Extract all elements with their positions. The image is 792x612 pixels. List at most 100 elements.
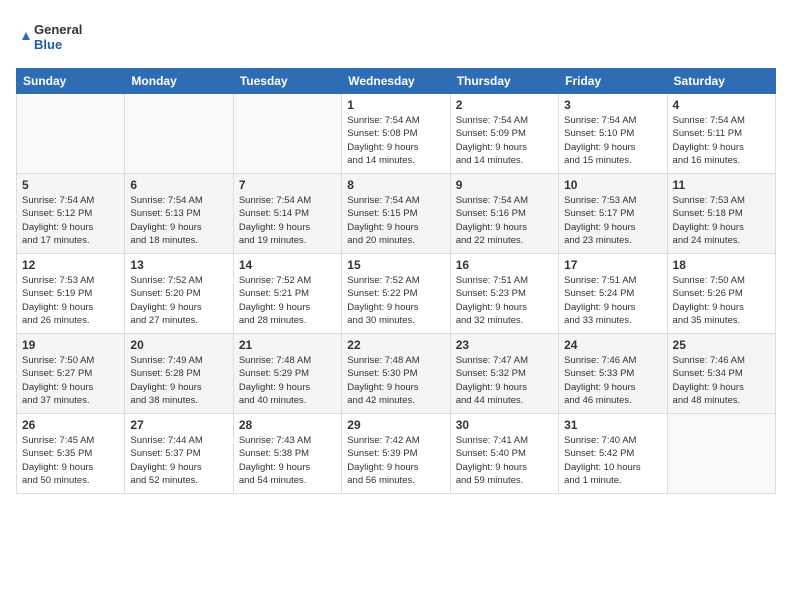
day-number: 19 <box>22 338 119 352</box>
calendar-week-4: 19Sunrise: 7:50 AM Sunset: 5:27 PM Dayli… <box>17 334 776 414</box>
calendar-week-5: 26 Sunrise: 7:45 AM Sunset: 5:35 PM Dayli… <box>17 414 776 494</box>
day-number: 31 <box>564 418 661 432</box>
calendar-cell: 29Sunrise: 7:42 AM Sunset: 5:39 PM Dayli… <box>342 414 450 494</box>
day-info: Sunrise: 7:51 AM Sunset: 5:23 PM Dayligh… <box>456 274 553 327</box>
calendar-cell: 11Sunrise: 7:53 AM Sunset: 5:18 PM Dayli… <box>667 174 775 254</box>
day-info: Sunrise: 7:54 AM Sunset: 5:15 PM Dayligh… <box>347 194 444 247</box>
calendar-cell: 27Sunrise: 7:44 AM Sunset: 5:37 PM Dayli… <box>125 414 233 494</box>
day-number: 20 <box>130 338 227 352</box>
calendar-cell: 23 Sunrise: 7:47 AM Sunset: 5:32 PM Dayli… <box>450 334 558 414</box>
day-info: Sunrise: 7:52 AM Sunset: 5:22 PM Dayligh… <box>347 274 444 327</box>
calendar-cell: 10Sunrise: 7:53 AM Sunset: 5:17 PM Dayli… <box>559 174 667 254</box>
day-number: 22 <box>347 338 444 352</box>
calendar-cell: 21 Sunrise: 7:48 AM Sunset: 5:29 PM Dayli… <box>233 334 341 414</box>
calendar-header: SundayMondayTuesdayWednesdayThursdayFrid… <box>17 69 776 94</box>
day-number: 13 <box>130 258 227 272</box>
calendar-cell: 12 Sunrise: 7:53 AM Sunset: 5:19 PM Dayli… <box>17 254 125 334</box>
day-number: 5 <box>22 178 119 192</box>
calendar-cell: 6 Sunrise: 7:54 AM Sunset: 5:13 PM Daylig… <box>125 174 233 254</box>
day-number: 26 <box>22 418 119 432</box>
day-info: Sunrise: 7:54 AM Sunset: 5:10 PM Dayligh… <box>564 114 661 167</box>
calendar-cell: 4Sunrise: 7:54 AM Sunset: 5:11 PM Daylig… <box>667 94 775 174</box>
day-info: Sunrise: 7:45 AM Sunset: 5:35 PM Dayligh… <box>22 434 119 487</box>
day-info: Sunrise: 7:54 AM Sunset: 5:13 PM Dayligh… <box>130 194 227 247</box>
day-info: Sunrise: 7:52 AM Sunset: 5:21 PM Dayligh… <box>239 274 336 327</box>
calendar-week-2: 5 Sunrise: 7:54 AM Sunset: 5:12 PM Daylig… <box>17 174 776 254</box>
day-number: 17 <box>564 258 661 272</box>
day-info: Sunrise: 7:41 AM Sunset: 5:40 PM Dayligh… <box>456 434 553 487</box>
calendar-cell: 14 Sunrise: 7:52 AM Sunset: 5:21 PM Dayli… <box>233 254 341 334</box>
calendar: SundayMondayTuesdayWednesdayThursdayFrid… <box>16 68 776 494</box>
day-number: 1 <box>347 98 444 112</box>
calendar-cell: 17 Sunrise: 7:51 AM Sunset: 5:24 PM Dayli… <box>559 254 667 334</box>
calendar-cell: 30Sunrise: 7:41 AM Sunset: 5:40 PM Dayli… <box>450 414 558 494</box>
day-info: Sunrise: 7:53 AM Sunset: 5:17 PM Dayligh… <box>564 194 661 247</box>
weekday-header-tuesday: Tuesday <box>233 69 341 94</box>
calendar-cell: 1Sunrise: 7:54 AM Sunset: 5:08 PM Daylig… <box>342 94 450 174</box>
calendar-cell: 13 Sunrise: 7:52 AM Sunset: 5:20 PM Dayli… <box>125 254 233 334</box>
calendar-cell: 5 Sunrise: 7:54 AM Sunset: 5:12 PM Daylig… <box>17 174 125 254</box>
weekday-header-monday: Monday <box>125 69 233 94</box>
day-info: Sunrise: 7:54 AM Sunset: 5:16 PM Dayligh… <box>456 194 553 247</box>
weekday-header-sunday: Sunday <box>17 69 125 94</box>
weekday-header-wednesday: Wednesday <box>342 69 450 94</box>
day-number: 6 <box>130 178 227 192</box>
day-info: Sunrise: 7:51 AM Sunset: 5:24 PM Dayligh… <box>564 274 661 327</box>
day-number: 15 <box>347 258 444 272</box>
calendar-cell <box>125 94 233 174</box>
page-header: General Blue <box>16 16 776 58</box>
day-info: Sunrise: 7:53 AM Sunset: 5:18 PM Dayligh… <box>673 194 770 247</box>
calendar-cell: 9 Sunrise: 7:54 AM Sunset: 5:16 PM Daylig… <box>450 174 558 254</box>
day-number: 4 <box>673 98 770 112</box>
day-info: Sunrise: 7:50 AM Sunset: 5:26 PM Dayligh… <box>673 274 770 327</box>
calendar-cell: 31Sunrise: 7:40 AM Sunset: 5:42 PM Dayli… <box>559 414 667 494</box>
day-info: Sunrise: 7:54 AM Sunset: 5:09 PM Dayligh… <box>456 114 553 167</box>
calendar-cell: 26 Sunrise: 7:45 AM Sunset: 5:35 PM Dayli… <box>17 414 125 494</box>
calendar-cell: 18 Sunrise: 7:50 AM Sunset: 5:26 PM Dayli… <box>667 254 775 334</box>
day-number: 8 <box>347 178 444 192</box>
day-info: Sunrise: 7:44 AM Sunset: 5:37 PM Dayligh… <box>130 434 227 487</box>
day-info: Sunrise: 7:42 AM Sunset: 5:39 PM Dayligh… <box>347 434 444 487</box>
calendar-cell: 19Sunrise: 7:50 AM Sunset: 5:27 PM Dayli… <box>17 334 125 414</box>
calendar-week-1: 1Sunrise: 7:54 AM Sunset: 5:08 PM Daylig… <box>17 94 776 174</box>
day-number: 21 <box>239 338 336 352</box>
weekday-row: SundayMondayTuesdayWednesdayThursdayFrid… <box>17 69 776 94</box>
day-number: 12 <box>22 258 119 272</box>
day-info: Sunrise: 7:49 AM Sunset: 5:28 PM Dayligh… <box>130 354 227 407</box>
calendar-cell: 7Sunrise: 7:54 AM Sunset: 5:14 PM Daylig… <box>233 174 341 254</box>
day-info: Sunrise: 7:47 AM Sunset: 5:32 PM Dayligh… <box>456 354 553 407</box>
day-number: 16 <box>456 258 553 272</box>
day-number: 14 <box>239 258 336 272</box>
day-info: Sunrise: 7:48 AM Sunset: 5:29 PM Dayligh… <box>239 354 336 407</box>
day-info: Sunrise: 7:52 AM Sunset: 5:20 PM Dayligh… <box>130 274 227 327</box>
calendar-cell: 15 Sunrise: 7:52 AM Sunset: 5:22 PM Dayli… <box>342 254 450 334</box>
calendar-cell <box>17 94 125 174</box>
calendar-body: 1Sunrise: 7:54 AM Sunset: 5:08 PM Daylig… <box>17 94 776 494</box>
weekday-header-thursday: Thursday <box>450 69 558 94</box>
day-info: Sunrise: 7:46 AM Sunset: 5:33 PM Dayligh… <box>564 354 661 407</box>
calendar-cell: 2 Sunrise: 7:54 AM Sunset: 5:09 PM Daylig… <box>450 94 558 174</box>
svg-text:General: General <box>34 22 82 37</box>
day-info: Sunrise: 7:46 AM Sunset: 5:34 PM Dayligh… <box>673 354 770 407</box>
calendar-cell: 24 Sunrise: 7:46 AM Sunset: 5:33 PM Dayli… <box>559 334 667 414</box>
day-number: 9 <box>456 178 553 192</box>
day-info: Sunrise: 7:53 AM Sunset: 5:19 PM Dayligh… <box>22 274 119 327</box>
day-number: 18 <box>673 258 770 272</box>
weekday-header-saturday: Saturday <box>667 69 775 94</box>
day-number: 24 <box>564 338 661 352</box>
logo-svg: General Blue <box>16 16 106 58</box>
day-info: Sunrise: 7:54 AM Sunset: 5:12 PM Dayligh… <box>22 194 119 247</box>
day-number: 2 <box>456 98 553 112</box>
day-number: 28 <box>239 418 336 432</box>
day-number: 3 <box>564 98 661 112</box>
calendar-cell <box>667 414 775 494</box>
weekday-header-friday: Friday <box>559 69 667 94</box>
day-number: 25 <box>673 338 770 352</box>
calendar-cell: 16 Sunrise: 7:51 AM Sunset: 5:23 PM Dayli… <box>450 254 558 334</box>
day-number: 7 <box>239 178 336 192</box>
day-info: Sunrise: 7:43 AM Sunset: 5:38 PM Dayligh… <box>239 434 336 487</box>
logo: General Blue <box>16 16 106 58</box>
calendar-cell: 25 Sunrise: 7:46 AM Sunset: 5:34 PM Dayli… <box>667 334 775 414</box>
day-info: Sunrise: 7:48 AM Sunset: 5:30 PM Dayligh… <box>347 354 444 407</box>
day-number: 23 <box>456 338 553 352</box>
